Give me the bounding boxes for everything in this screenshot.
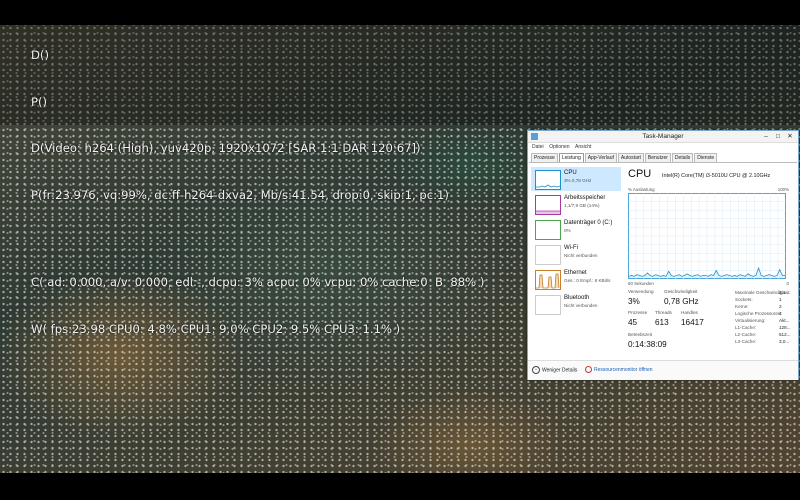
spec-label: L3-Cache: xyxy=(735,339,757,344)
osd-line-p: P() xyxy=(31,94,48,109)
resource-sub: 3% 0,78 GHz xyxy=(564,178,592,183)
menu-ansicht[interactable]: Ansicht xyxy=(575,143,591,152)
cpu-detail-panel: CPU Intel(R) Core(TM) i3-5010U CPU @ 2.1… xyxy=(625,163,795,360)
minimize-button[interactable]: – xyxy=(760,132,772,141)
handles-value: 16417 xyxy=(681,318,704,327)
graph-label-zero: 0 xyxy=(786,281,789,286)
tab-autostart[interactable]: Autostart xyxy=(617,153,644,162)
tab-leistung[interactable]: Leistung xyxy=(558,153,584,162)
spec-label: Sockets: xyxy=(735,297,753,302)
graph-label-utilization: % Auslastung xyxy=(628,187,655,192)
spec-value: 3,0... xyxy=(779,339,790,344)
memory-thumbnail-graph xyxy=(535,195,561,215)
processes-value: 45 xyxy=(628,318,638,327)
uptime-label: Betriebszeit xyxy=(628,332,653,337)
resource-bluetooth[interactable]: Bluetooth Nicht verbunden xyxy=(531,292,621,316)
ethernet-thumbnail-graph xyxy=(535,270,561,290)
resource-memory[interactable]: Arbeitsspeicher 1,1/7,9 GB (14%) xyxy=(531,192,621,216)
osd-line-video: D(Video: h264 (High), yuv420p, 1920x1072… xyxy=(31,141,421,155)
spec-value: 512... xyxy=(779,332,791,337)
task-manager-window[interactable]: Task-Manager – □ ✕ Datei Optionen Ansich… xyxy=(527,130,799,380)
fewer-details-button[interactable]: ^ Weniger Details xyxy=(532,366,577,374)
osd-line-d: D() xyxy=(31,48,49,62)
spec-label: Kerne: xyxy=(735,304,749,309)
resource-wifi[interactable]: Wi-Fi Nicht verbunden xyxy=(531,242,621,266)
usage-label: Verwendung xyxy=(628,289,654,294)
resource-sub: Ges.: 0 Empf.: 8 KBit/s xyxy=(564,278,611,283)
cpu-utilization-graph xyxy=(628,193,786,279)
resource-sub: 0% xyxy=(564,228,571,233)
resource-cpu[interactable]: CPU 3% 0,78 GHz xyxy=(531,167,621,191)
player-osd-stats: D() P() D(Video: h264 (High), yuv420p, 1… xyxy=(31,17,484,353)
wifi-thumbnail-graph xyxy=(535,245,561,265)
menu-optionen[interactable]: Optionen xyxy=(549,143,569,152)
resource-name: Wi-Fi xyxy=(564,245,578,251)
task-manager-footer: ^ Weniger Details Ressourcenmonitor öffne… xyxy=(528,360,798,380)
tab-strip: Prozesse Leistung App-Verlauf Autostart … xyxy=(531,153,718,162)
menu-datei[interactable]: Datei xyxy=(532,143,544,152)
resource-ethernet[interactable]: Ethernet Ges.: 0 Empf.: 8 KBit/s xyxy=(531,267,621,291)
osd-line-playback: P(fr:23.976, vq:99%, dc:ff-h264-dxva2, M… xyxy=(31,187,449,202)
disk-thumbnail-graph xyxy=(535,220,561,240)
resource-name: Ethernet xyxy=(564,270,587,276)
resource-sub: 1,1/7,9 GB (14%) xyxy=(564,203,600,208)
maximize-button[interactable]: □ xyxy=(772,132,784,141)
spec-value: 4 xyxy=(779,311,782,316)
resource-list: CPU 3% 0,78 GHz Arbeitsspeicher 1,1/7,9 … xyxy=(529,163,622,360)
resource-sub: Nicht verbunden xyxy=(564,303,598,308)
resource-name: Bluetooth xyxy=(564,295,590,301)
spec-label: Logische Prozessoren: xyxy=(735,311,782,316)
title-bar[interactable]: Task-Manager – □ ✕ xyxy=(528,131,798,143)
osd-line-window: W( fps:23.98 CPU0: 4.8% CPU1: 9.0% CPU2:… xyxy=(31,321,401,336)
chevron-up-icon: ^ xyxy=(532,366,540,374)
resource-monitor-link[interactable]: Ressourcenmonitor öffnen xyxy=(585,366,653,373)
resource-monitor-icon xyxy=(585,366,592,373)
usage-value: 3% xyxy=(628,297,640,306)
fewer-details-label: Weniger Details xyxy=(542,367,578,374)
resource-name: CPU xyxy=(564,170,577,176)
cpu-heading: CPU xyxy=(628,168,652,180)
resource-name: Arbeitsspeicher xyxy=(564,195,606,201)
spec-value: 2 xyxy=(779,304,782,309)
spec-label: L2-Cache: xyxy=(735,332,757,337)
resource-name: Datenträger 0 (C:) xyxy=(564,220,613,226)
spec-value: 1 xyxy=(779,297,782,302)
speed-value: 0,78 GHz xyxy=(664,297,699,306)
tab-dienste[interactable]: Dienste xyxy=(694,153,718,162)
spec-value: 2,1... xyxy=(779,290,790,295)
spec-label: Virtualisierung: xyxy=(735,318,766,323)
tab-benutzer[interactable]: Benutzer xyxy=(644,153,671,162)
processes-label: Prozesse xyxy=(628,310,648,315)
tab-app-verlauf[interactable]: App-Verlauf xyxy=(584,153,617,162)
spec-label: L1-Cache: xyxy=(735,325,757,330)
uptime-value: 0:14:38:09 xyxy=(628,340,667,349)
player-bottom-bar xyxy=(0,473,800,500)
window-title: Task-Manager xyxy=(642,133,684,140)
resource-sub: Nicht verbunden xyxy=(564,253,598,258)
resource-disk[interactable]: Datenträger 0 (C:) 0% xyxy=(531,217,621,241)
graph-label-max: 100% xyxy=(777,187,789,192)
tab-details[interactable]: Details xyxy=(671,153,694,162)
graph-label-duration: 60 Sekunden xyxy=(628,281,654,286)
osd-gap xyxy=(31,234,484,244)
bluetooth-thumbnail-graph xyxy=(535,295,561,315)
spec-value: 128... xyxy=(779,325,791,330)
resource-monitor-label: Ressourcenmonitor öffnen xyxy=(594,366,653,373)
speed-label: Geschwindigkeit xyxy=(664,289,698,294)
threads-label: Threads xyxy=(655,310,672,315)
close-button[interactable]: ✕ xyxy=(784,132,796,141)
handles-label: Handles xyxy=(681,310,698,315)
cpu-model: Intel(R) Core(TM) i3-5010U CPU @ 2.10GHz xyxy=(662,173,771,179)
menu-bar: Datei Optionen Ansicht xyxy=(528,143,798,152)
threads-value: 613 xyxy=(655,318,669,327)
tab-prozesse[interactable]: Prozesse xyxy=(531,153,558,162)
performance-pane: CPU 3% 0,78 GHz Arbeitsspeicher 1,1/7,9 … xyxy=(529,162,797,360)
cpu-thumbnail-graph xyxy=(535,170,561,190)
osd-line-cache: C( ad: 0.000, a/v: 0.000, edl:-, dcpu: 3… xyxy=(31,275,485,289)
spec-value: Akt... xyxy=(779,318,790,323)
